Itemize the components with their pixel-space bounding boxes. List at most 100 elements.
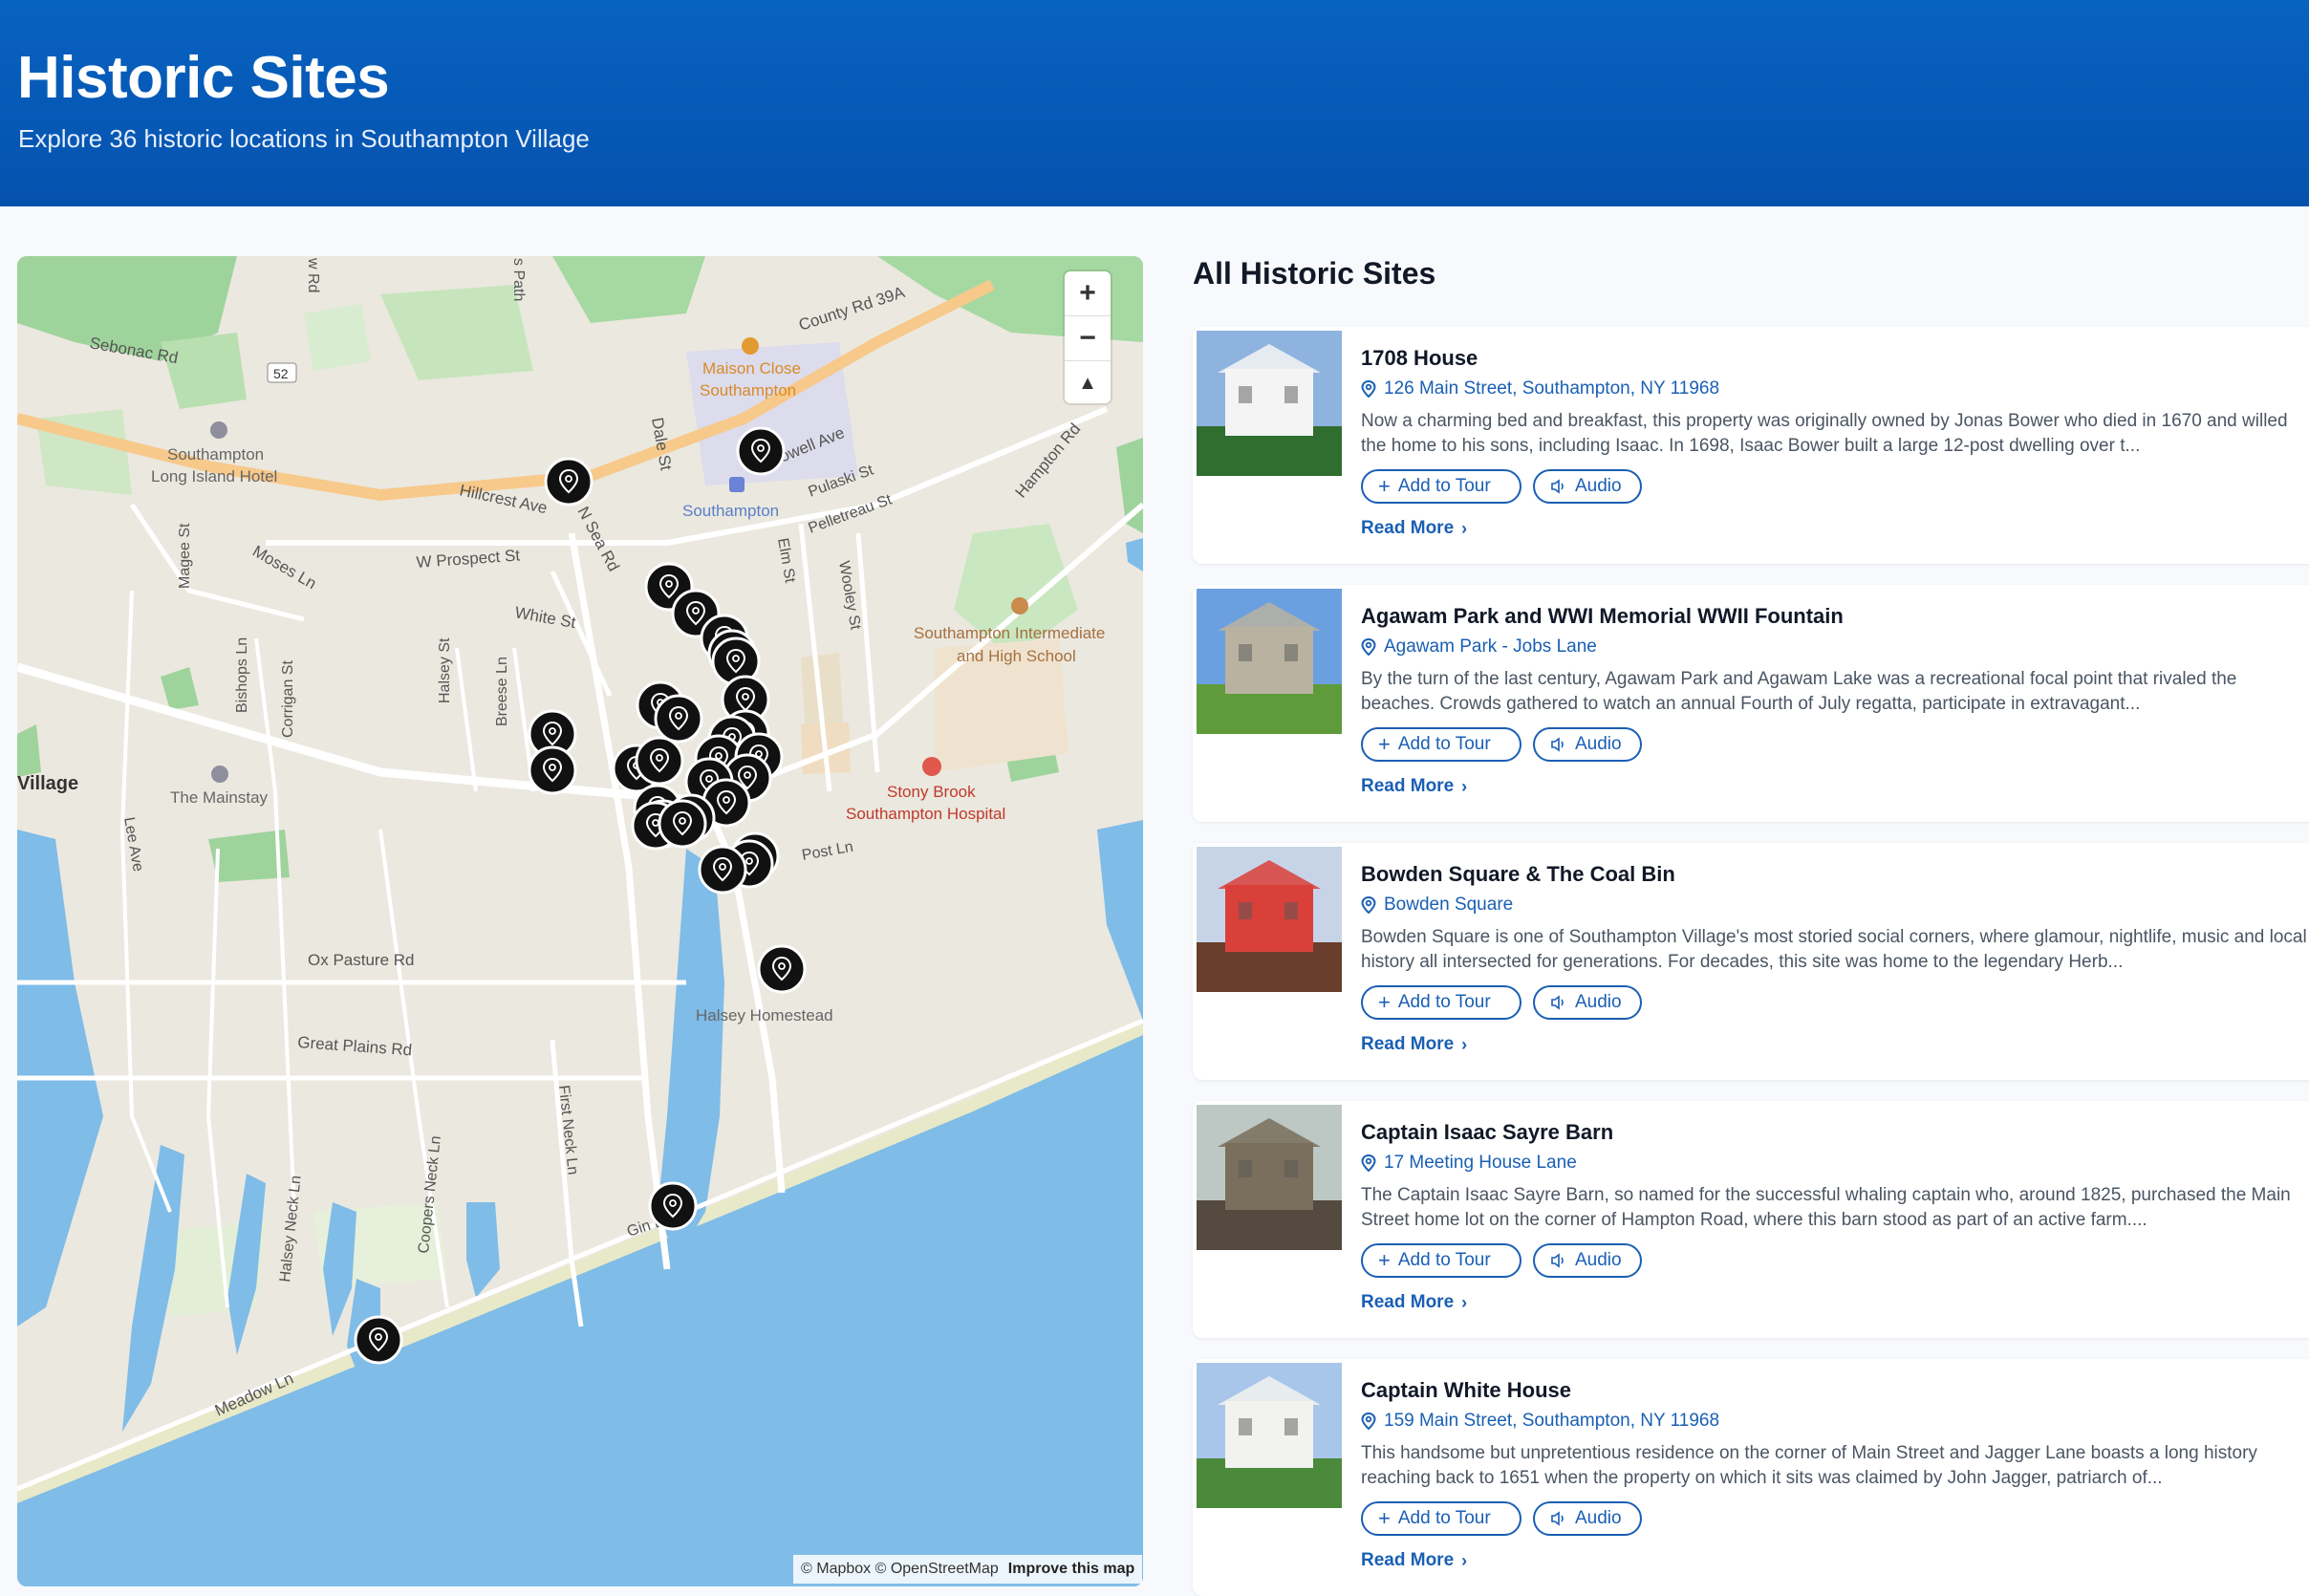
map-attribution: © Mapbox © OpenStreetMap Improve this ma…	[793, 1555, 1143, 1584]
read-more-link[interactable]: Read More ›	[1361, 1550, 1467, 1571]
add-to-tour-label: Add to Tour	[1397, 992, 1491, 1012]
map-marker[interactable]	[544, 457, 593, 507]
site-address-text: 126 Main Street, Southampton, NY 11968	[1384, 378, 1720, 399]
speaker-icon	[1551, 737, 1564, 752]
chevron-right-icon: ›	[1461, 1034, 1468, 1054]
map-marker[interactable]	[354, 1315, 403, 1365]
zoom-out-button[interactable]: −	[1065, 316, 1111, 361]
site-address: 126 Main Street, Southampton, NY 11968	[1361, 378, 1719, 399]
audio-label: Audio	[1575, 476, 1622, 496]
attribution-text[interactable]: © Mapbox © OpenStreetMap	[801, 1561, 999, 1578]
site-card[interactable]: Bowden Square & The Coal Bin Bowden Squa…	[1193, 843, 2309, 1080]
site-name[interactable]: Captain Isaac Sayre Barn	[1361, 1120, 1613, 1145]
read-more-link[interactable]: Read More ›	[1361, 518, 1467, 539]
map[interactable]: Sebonac Rd County Rd 39A Maison Close So…	[17, 256, 1143, 1586]
site-description: Now a charming bed and breakfast, this p…	[1361, 411, 2288, 456]
site-address-text: 17 Meeting House Lane	[1384, 1153, 1577, 1173]
site-name[interactable]: Bowden Square & The Coal Bin	[1361, 862, 1675, 887]
site-name[interactable]: Agawam Park and WWI Memorial WWII Founta…	[1361, 604, 1844, 629]
audio-label: Audio	[1575, 1250, 1622, 1270]
list-title: All Historic Sites	[1193, 256, 1436, 291]
chevron-right-icon: ›	[1461, 518, 1468, 538]
site-address-text: Agawam Park - Jobs Lane	[1384, 636, 1597, 657]
map-marker[interactable]	[698, 845, 747, 895]
add-to-tour-button[interactable]: + Add to Tour	[1361, 1243, 1521, 1278]
audio-label: Audio	[1575, 734, 1622, 754]
site-address: Bowden Square	[1361, 895, 1513, 916]
compass-button[interactable]: ▲	[1065, 361, 1111, 405]
location-pin-icon	[1361, 896, 1376, 914]
site-description: By the turn of the last century, Agawam …	[1361, 669, 2237, 714]
audio-label: Audio	[1575, 1508, 1622, 1528]
site-card[interactable]: Captain Isaac Sayre Barn 17 Meeting Hous…	[1193, 1101, 2309, 1338]
audio-button[interactable]: Audio	[1533, 985, 1642, 1020]
site-thumbnail[interactable]	[1197, 1363, 1342, 1508]
audio-button[interactable]: Audio	[1533, 469, 1642, 504]
audio-button[interactable]: Audio	[1533, 1501, 1642, 1536]
map-zoom-controls: + − ▲	[1065, 271, 1111, 403]
site-description: Bowden Square is one of Southampton Vill…	[1361, 927, 2307, 972]
map-marker[interactable]	[648, 1181, 698, 1231]
site-address-text: Bowden Square	[1384, 895, 1514, 915]
location-pin-icon	[1361, 638, 1376, 656]
plus-icon: +	[1378, 1506, 1391, 1530]
plus-icon: +	[1378, 732, 1391, 756]
location-pin-icon	[1361, 380, 1376, 398]
chevron-right-icon: ›	[1461, 776, 1468, 796]
location-pin-icon	[1361, 1413, 1376, 1430]
improve-map-link[interactable]: Improve this map	[1008, 1561, 1134, 1578]
site-thumbnail[interactable]	[1197, 1105, 1342, 1250]
site-address: Agawam Park - Jobs Lane	[1361, 636, 1597, 658]
site-address: 159 Main Street, Southampton, NY 11968	[1361, 1411, 1719, 1432]
add-to-tour-button[interactable]: + Add to Tour	[1361, 985, 1521, 1020]
map-marker[interactable]	[654, 694, 703, 744]
page-header: Historic Sites Explore 36 historic locat…	[0, 0, 2309, 206]
zoom-in-button[interactable]: +	[1065, 271, 1111, 316]
speaker-icon	[1551, 479, 1564, 494]
add-to-tour-button[interactable]: + Add to Tour	[1361, 1501, 1521, 1536]
site-address: 17 Meeting House Lane	[1361, 1153, 1577, 1174]
map-marker[interactable]	[635, 736, 684, 786]
read-more-label: Read More	[1361, 1292, 1455, 1312]
read-more-label: Read More	[1361, 518, 1455, 538]
chevron-right-icon: ›	[1461, 1550, 1468, 1570]
add-to-tour-label: Add to Tour	[1397, 734, 1491, 754]
map-marker[interactable]	[658, 799, 707, 849]
site-description: This handsome but unpretentious residenc…	[1361, 1443, 2257, 1488]
read-more-label: Read More	[1361, 1034, 1455, 1054]
read-more-link[interactable]: Read More ›	[1361, 776, 1467, 797]
site-card[interactable]: Agawam Park and WWI Memorial WWII Founta…	[1193, 585, 2309, 822]
site-card[interactable]: 1708 House 126 Main Street, Southampton,…	[1193, 327, 2309, 564]
plus-icon: +	[1378, 990, 1391, 1014]
site-card[interactable]: Captain White House 159 Main Street, Sou…	[1193, 1359, 2309, 1596]
read-more-label: Read More	[1361, 776, 1455, 796]
location-pin-icon	[1361, 1154, 1376, 1172]
plus-icon: +	[1378, 474, 1391, 498]
speaker-icon	[1551, 1253, 1564, 1268]
map-marker[interactable]	[736, 426, 786, 476]
read-more-link[interactable]: Read More ›	[1361, 1292, 1467, 1313]
chevron-right-icon: ›	[1461, 1292, 1468, 1312]
speaker-icon	[1551, 995, 1564, 1010]
page-title: Historic Sites	[17, 45, 390, 111]
audio-button[interactable]: Audio	[1533, 1243, 1642, 1278]
add-to-tour-label: Add to Tour	[1397, 1250, 1491, 1270]
site-thumbnail[interactable]	[1197, 589, 1342, 734]
site-thumbnail[interactable]	[1197, 847, 1342, 992]
page-subtitle: Explore 36 historic locations in Southam…	[18, 124, 590, 153]
plus-icon: +	[1378, 1248, 1391, 1272]
read-more-label: Read More	[1361, 1550, 1455, 1570]
map-marker[interactable]	[528, 745, 577, 795]
map-markers	[354, 426, 807, 1365]
read-more-link[interactable]: Read More ›	[1361, 1034, 1467, 1055]
add-to-tour-button[interactable]: + Add to Tour	[1361, 469, 1521, 504]
map-marker[interactable]	[757, 944, 807, 994]
site-name[interactable]: Captain White House	[1361, 1378, 1571, 1403]
audio-button[interactable]: Audio	[1533, 727, 1642, 762]
add-to-tour-label: Add to Tour	[1397, 1508, 1491, 1528]
speaker-icon	[1551, 1511, 1564, 1526]
add-to-tour-button[interactable]: + Add to Tour	[1361, 727, 1521, 762]
site-name[interactable]: 1708 House	[1361, 346, 1478, 371]
site-description: The Captain Isaac Sayre Barn, so named f…	[1361, 1185, 2291, 1230]
site-thumbnail[interactable]	[1197, 331, 1342, 476]
